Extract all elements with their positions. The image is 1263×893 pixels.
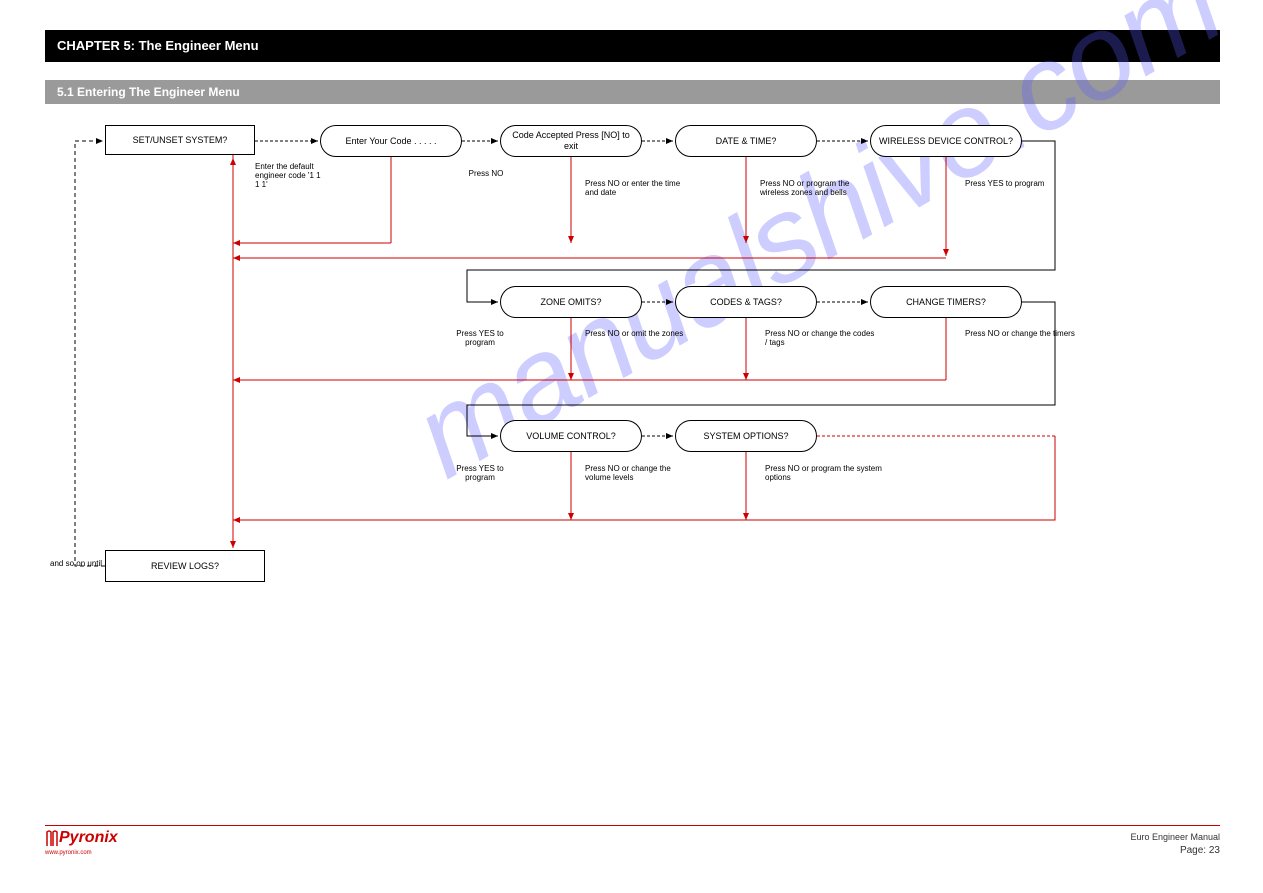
node-date-time: DATE & TIME? xyxy=(675,125,817,157)
brand-icon xyxy=(45,830,59,850)
node-system-options: SYSTEM OPTIONS? xyxy=(675,420,817,452)
edge-label-codes-tags: Press NO or change the codes / tags xyxy=(765,330,875,348)
node-start: SET/UNSET SYSTEM? xyxy=(105,125,255,155)
edge-label-press-yes-1: Press YES to program xyxy=(965,180,1065,189)
node-codes-tags: CODES & TAGS? xyxy=(675,286,817,318)
edge-label-system-options: Press NO or program the system options xyxy=(765,465,885,483)
node-code-accepted: Code Accepted Press [NO] to exit xyxy=(500,125,642,157)
edge-label-press-no-1: Press NO xyxy=(461,170,511,179)
node-enter-code: Enter Your Code . . . . . xyxy=(320,125,462,157)
edge-label-press-no-datetime: Press NO or enter the time and date xyxy=(585,180,685,198)
page-number: Page: 23 xyxy=(1180,845,1220,856)
edge-label-volume: Press NO or change the volume levels xyxy=(585,465,695,483)
node-review-logs: REVIEW LOGS? xyxy=(105,550,265,582)
brand-logo: Pyronix www.pyronix.com xyxy=(45,830,118,856)
edge-label-press-no-wireless: Press NO or program the wireless zones a… xyxy=(760,180,880,198)
footer-doc-title: Euro Engineer Manual xyxy=(1130,832,1220,842)
node-change-timers: CHANGE TIMERS? xyxy=(870,286,1022,318)
edge-label-so-on: and so on until xyxy=(50,560,110,569)
node-wireless: WIRELESS DEVICE CONTROL? xyxy=(870,125,1022,157)
edge-label-omit-zones: Press NO or omit the zones xyxy=(585,330,685,339)
footer-separator xyxy=(45,825,1220,826)
edge-label-change-timers: Press NO or change the timers xyxy=(965,330,1075,339)
edge-label-press-yes-2: Press YES to program xyxy=(450,330,510,348)
node-zone-omits: ZONE OMITS? xyxy=(500,286,642,318)
edge-label-press-yes-3: Press YES to program xyxy=(450,465,510,483)
node-volume: VOLUME CONTROL? xyxy=(500,420,642,452)
edge-label-enter-code: Enter the default engineer code '1 1 1 1… xyxy=(255,163,325,189)
